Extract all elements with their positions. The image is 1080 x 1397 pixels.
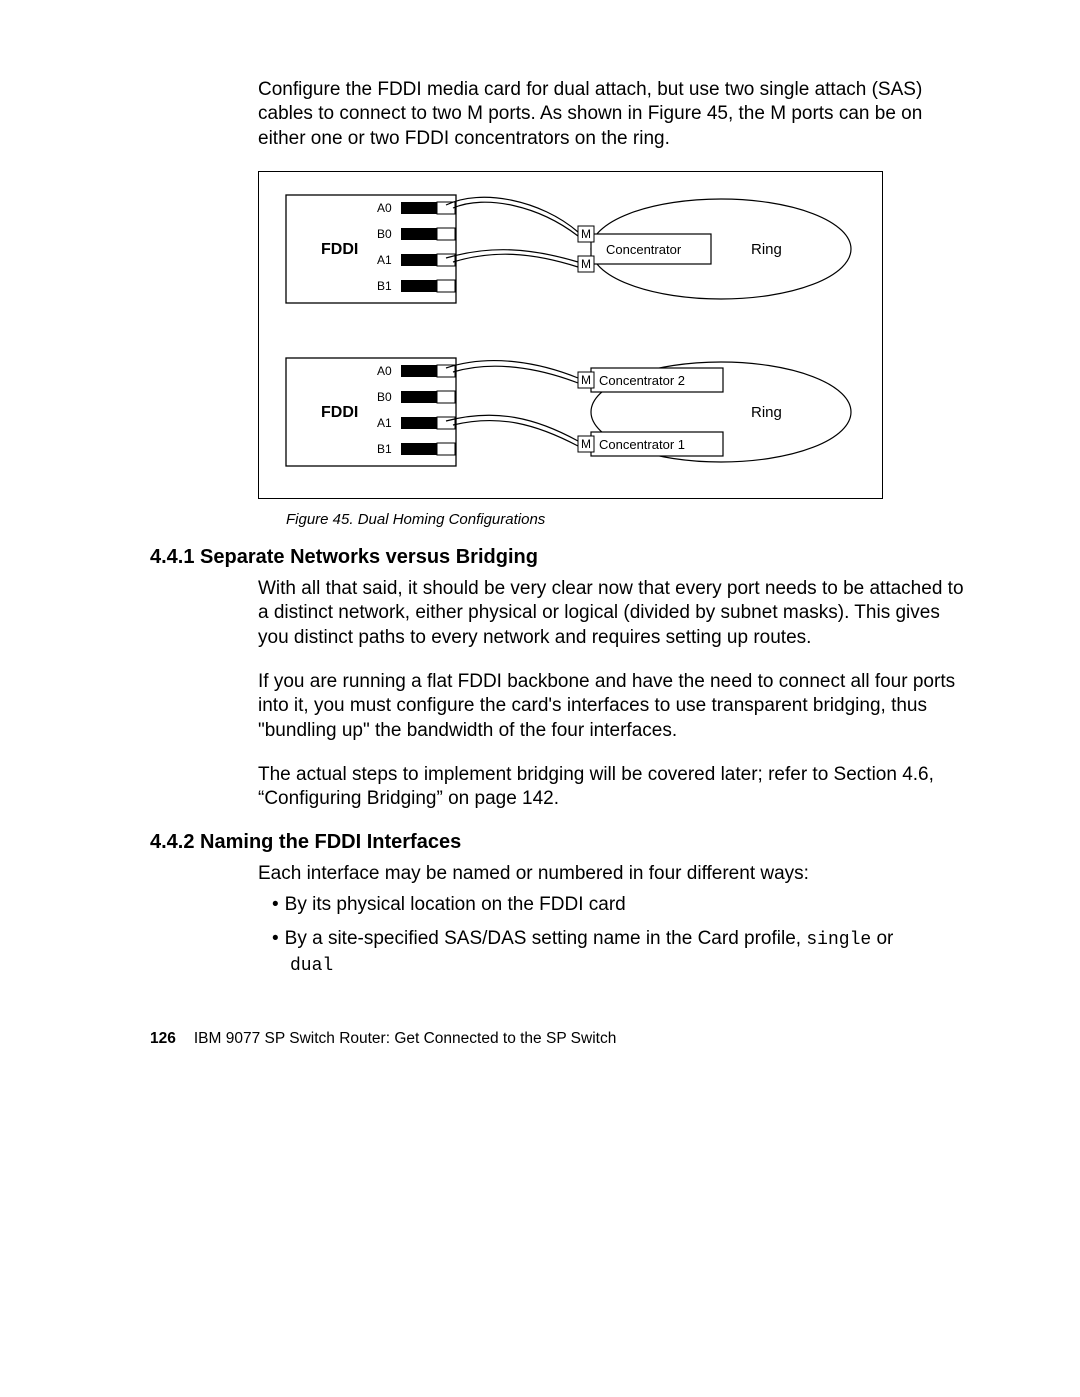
bullet-1: •By its physical location on the FDDI ca… <box>272 893 970 918</box>
ring-label-bottom: Ring <box>751 404 782 421</box>
concentrator-1: Concentrator 1 <box>599 437 685 452</box>
s441-para3: The actual steps to implement bridging w… <box>258 763 970 812</box>
concentrator-2: Concentrator 2 <box>599 373 685 388</box>
book-title: IBM 9077 SP Switch Router: Get Connected… <box>194 1030 616 1047</box>
m-box-top-1: M <box>581 227 591 241</box>
heading-4-4-1: 4.4.1 Separate Networks versus Bridging <box>150 546 970 569</box>
port-b1-bot: B1 <box>377 442 392 456</box>
port-b0-top: B0 <box>377 227 392 241</box>
m-box-top-2: M <box>581 257 591 271</box>
bullet-2-mid: or <box>871 928 893 949</box>
page-number: 126 <box>150 1030 176 1047</box>
s441-para2: If you are running a flat FDDI backbone … <box>258 670 970 743</box>
port-a0-bot: A0 <box>377 364 392 378</box>
bullet-2-text-pre: By a site-specified SAS/DAS setting name… <box>285 928 807 949</box>
intro-paragraph: Configure the FDDI media card for dual a… <box>258 78 970 151</box>
port-a1-top: A1 <box>377 253 392 267</box>
code-single: single <box>806 930 871 950</box>
heading-4-4-2: 4.4.2 Naming the FDDI Interfaces <box>150 831 970 854</box>
m-box-bot-upper: M <box>581 373 591 387</box>
fddi-card-label-top: FDDI <box>321 241 358 258</box>
ring-label-top: Ring <box>751 241 782 258</box>
port-a1-bot: A1 <box>377 416 392 430</box>
s442-intro: Each interface may be named or numbered … <box>258 862 970 886</box>
figure-caption: Figure 45. Dual Homing Configurations <box>286 511 883 528</box>
bullet-1-text: By its physical location on the FDDI car… <box>285 894 626 915</box>
port-b1-top: B1 <box>377 279 392 293</box>
bullet-2: •By a site-specified SAS/DAS setting nam… <box>272 927 970 978</box>
s441-para1: With all that said, it should be very cl… <box>258 577 970 650</box>
fddi-card-label-bottom: FDDI <box>321 404 358 421</box>
port-a0-top: A0 <box>377 201 392 215</box>
concentrator-top: Concentrator <box>606 242 682 257</box>
page-footer: 126 IBM 9077 SP Switch Router: Get Connec… <box>150 1030 970 1048</box>
code-dual: dual <box>290 956 333 976</box>
port-b0-bot: B0 <box>377 390 392 404</box>
figure-45: FDDI A0 B0 A1 B1 Ring Concentrato <box>258 171 883 528</box>
m-box-bot-lower: M <box>581 437 591 451</box>
